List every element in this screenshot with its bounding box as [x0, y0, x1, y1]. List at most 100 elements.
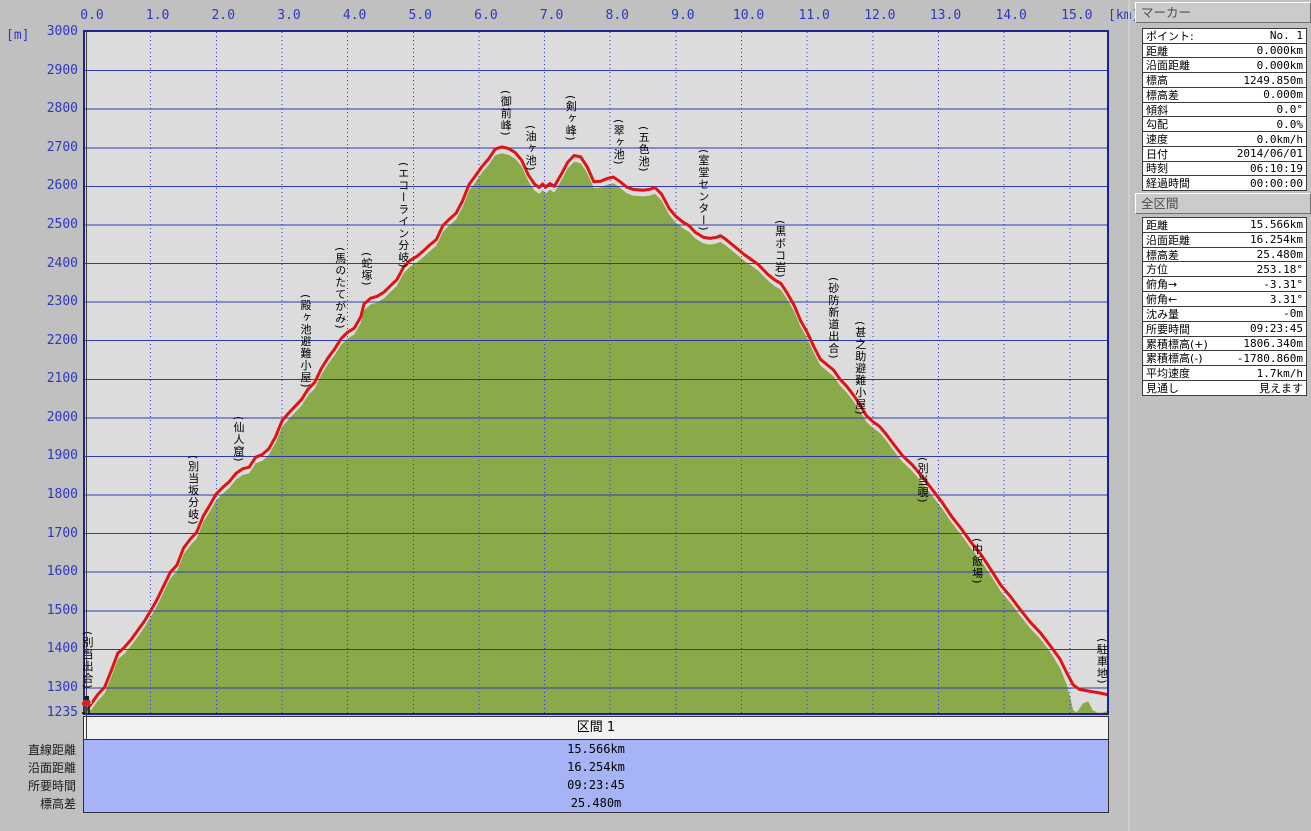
row-label: 沈み量 — [1146, 307, 1179, 322]
data-row: 累積標高(+) 1806.340m — [1143, 337, 1306, 352]
elevation-profile-window: [m] [km] 0.01.02.03.04.05.06.07.08.09.01… — [0, 0, 1311, 831]
section-header-bar: 区間 1 — [83, 716, 1109, 740]
x-axis-tick-label: 13.0 — [930, 8, 961, 24]
y-axis-tick-label: 1700 — [28, 526, 78, 542]
data-row: 距離15.566km — [1143, 218, 1306, 233]
y-axis-tick-label: 1900 — [28, 448, 78, 464]
row-label: 沿面距離 — [1146, 233, 1190, 248]
data-row: 速度0.0km/h — [1143, 132, 1306, 147]
x-axis-tick-label: 3.0 — [277, 8, 300, 24]
y-axis-tick-label: 2000 — [28, 410, 78, 426]
y-axis-tick-label: 1300 — [28, 680, 78, 696]
marker-panel-header[interactable]: マーカー — [1135, 2, 1311, 23]
data-row: 標高 1249.850m — [1143, 73, 1306, 88]
panel-splitter[interactable] — [1128, 0, 1130, 831]
row-label: 所要時間 — [1146, 322, 1190, 337]
waypoint-label: (殿ヶ池避難小屋) — [298, 294, 312, 389]
row-value: 25.480m — [1257, 248, 1303, 261]
y-axis-tick-label: 2100 — [28, 371, 78, 387]
waypoint-label: (黒ボコ岩) — [773, 220, 787, 279]
data-row: 標高差0.000m — [1143, 88, 1306, 103]
y-axis-tick-label: 1235 — [28, 705, 78, 721]
x-axis-tick-label: 7.0 — [540, 8, 563, 24]
row-label: 俯角→ — [1146, 277, 1177, 292]
x-axis-tick-label: 9.0 — [671, 8, 694, 24]
waypoint-label: (剣ヶ峰) — [563, 95, 577, 142]
x-axis-tick-label: 6.0 — [474, 8, 497, 24]
y-axis-tick-label: 1600 — [28, 564, 78, 580]
row-value: 09:23:45 — [1250, 322, 1303, 335]
data-row: 所要時間 09:23:45 — [1143, 322, 1306, 337]
row-value: 0.0% — [1277, 118, 1304, 131]
y-axis-tick-label: 1500 — [28, 603, 78, 619]
row-label: 傾斜 — [1146, 103, 1168, 118]
waypoint-label: (室堂センター) — [696, 149, 710, 232]
row-label: 標高 — [1146, 73, 1168, 88]
section-row-label: 所要時間 — [0, 777, 76, 795]
row-value: 0.000km — [1257, 44, 1303, 57]
row-label: 日付 — [1146, 147, 1168, 162]
row-label: ポイント: — [1146, 29, 1194, 44]
row-value: 見えます — [1259, 381, 1303, 395]
row-label: 累積標高(+) — [1146, 337, 1208, 352]
elevation-chart — [85, 32, 1107, 713]
data-row: 沿面距離16.254km — [1143, 233, 1306, 248]
row-value: 1.7km/h — [1257, 367, 1303, 380]
x-axis-tick-label: 1.0 — [146, 8, 169, 24]
data-row: 俯角→ -3.31° — [1143, 277, 1306, 292]
row-label: 速度 — [1146, 132, 1168, 147]
section-title: 区間 1 — [577, 720, 615, 735]
row-label: 標高差 — [1146, 248, 1179, 263]
row-label: 累積標高(-) — [1146, 351, 1203, 366]
waypoint-label: (砂防新道出合) — [826, 277, 840, 360]
data-row: 勾配0.0% — [1143, 117, 1306, 132]
row-value: -3.31° — [1263, 278, 1303, 291]
y-axis-tick-label: 2300 — [28, 294, 78, 310]
section-row-label: 直線距離 — [0, 741, 76, 759]
y-axis-tick-label: 2900 — [28, 63, 78, 79]
row-value: 0.000km — [1257, 59, 1303, 72]
marker-position-line[interactable] — [86, 32, 87, 740]
row-label: 平均速度 — [1146, 366, 1190, 381]
data-row: 時刻06:10:19 — [1143, 162, 1306, 177]
row-label: 距離 — [1146, 44, 1168, 59]
y-axis-tick-label: 1400 — [28, 641, 78, 657]
row-value: 15.566km — [1250, 218, 1303, 231]
y-axis-tick-label: 2600 — [28, 178, 78, 194]
y-axis-unit-label: [m] — [6, 28, 29, 44]
y-axis-tick-label: 3000 — [28, 24, 78, 40]
data-row: 傾斜 0.0° — [1143, 103, 1306, 118]
row-label: 俯角← — [1146, 292, 1177, 307]
x-axis-tick-label: 14.0 — [996, 8, 1027, 24]
section-value: 16.254km — [84, 758, 1108, 776]
row-value: -1780.860m — [1237, 352, 1303, 365]
waypoint-label: (甚之助避難小屋) — [853, 321, 867, 416]
section-row-labels: 直線距離沿面距離所要時間標高差 — [0, 741, 76, 813]
waypoint-label: (別当坂分岐) — [186, 455, 200, 526]
data-row: 沈み量-0m — [1143, 307, 1306, 322]
row-value: 06:10:19 — [1250, 162, 1303, 175]
y-axis-tick-label: 2500 — [28, 217, 78, 233]
section-value: 15.566km — [84, 740, 1108, 758]
row-value: 1806.340m — [1243, 337, 1303, 350]
data-row: 平均速度 1.7km/h — [1143, 366, 1306, 381]
x-axis-tick-label: 10.0 — [733, 8, 764, 24]
data-row: 日付2014/06/01 — [1143, 147, 1306, 162]
waypoint-label: (駐車地) — [1094, 638, 1108, 685]
row-value: 1249.850m — [1243, 74, 1303, 87]
data-row: 俯角← 3.31° — [1143, 292, 1306, 307]
row-label: 経過時間 — [1146, 176, 1190, 190]
section-row-label: 標高差 — [0, 795, 76, 813]
row-value: 3.31° — [1270, 293, 1303, 306]
marker-hiker-icon[interactable] — [80, 696, 94, 714]
row-value: 0.0° — [1277, 103, 1304, 116]
waypoint-label: (御前峰) — [498, 90, 512, 137]
waypoint-label: (蛇塚) — [359, 252, 373, 287]
waypoint-label: (別当覗) — [915, 457, 929, 504]
row-value: 0.000m — [1263, 88, 1303, 101]
waypoint-label: (翠ヶ池) — [611, 119, 625, 166]
overall-panel-header[interactable]: 全区間 — [1135, 193, 1311, 214]
y-axis-tick-label: 2200 — [28, 333, 78, 349]
x-axis-tick-label: 15.0 — [1061, 8, 1092, 24]
elevation-plot[interactable]: (別当出合)(別当坂分岐)(仙人窟)(殿ヶ池避難小屋)(馬のたてがみ)(蛇塚)(… — [83, 30, 1109, 715]
